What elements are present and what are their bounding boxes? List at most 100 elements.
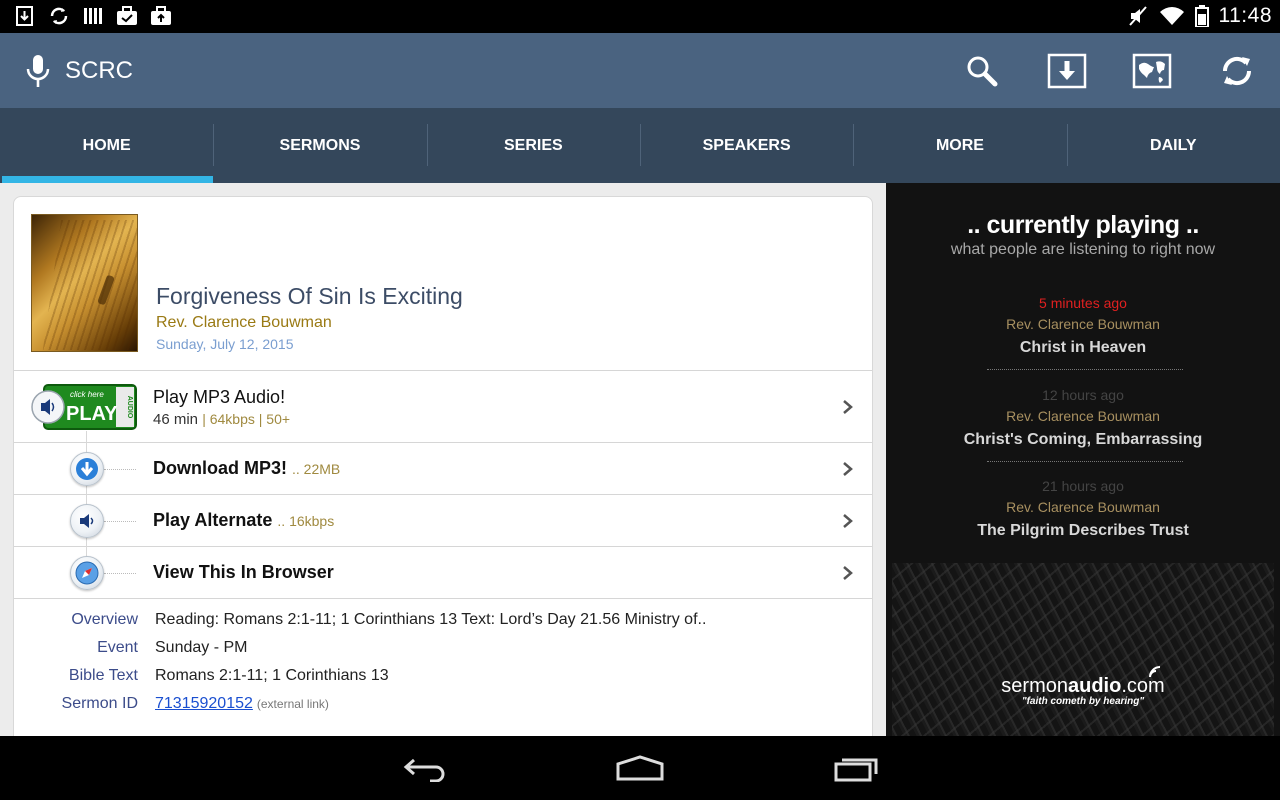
now-playing-speaker: Rev. Clarence Bouwman [1006, 499, 1160, 515]
dotted-connector [104, 469, 136, 470]
browser-circle [70, 556, 104, 590]
sermonaudio-logo: sermonaudio.com [886, 675, 1280, 698]
brand-right: .com [1121, 675, 1165, 697]
brand-bold: audio [1068, 675, 1122, 697]
alternate-title: Play Alternate [153, 510, 273, 530]
refresh-button[interactable] [1215, 49, 1259, 93]
external-link-note: (external link) [256, 697, 329, 711]
tab-speakers[interactable]: SPEAKERS [639, 108, 853, 183]
download-mp3-row[interactable]: Download MP3! .. 22MB [14, 443, 872, 495]
sermon-speaker[interactable]: Rev. Clarence Bouwman [156, 314, 332, 332]
download-circle [70, 452, 104, 486]
download-icon [1047, 53, 1087, 89]
sync-icon [50, 7, 68, 25]
tab-bar: HOME SERMONS SERIES SPEAKERS MORE DAILY [0, 108, 1280, 183]
chevron-right-icon [843, 400, 853, 414]
sermon-title: Forgiveness Of Sin Is Exciting [156, 283, 463, 309]
sd-card-download-icon [16, 6, 33, 26]
brand-left: sermon [1001, 675, 1068, 697]
play-mp3-label: Play MP3 Audio! [153, 387, 285, 408]
sermon-id-label: Sermon ID [61, 695, 138, 712]
detail-bible-text: Bible Text Romans 2:1-11; 1 Corinthians … [14, 667, 872, 695]
detail-event: Event Sunday - PM [14, 639, 872, 667]
dotted-separator [987, 461, 1183, 462]
chevron-right-icon [843, 462, 853, 476]
tab-sermons[interactable]: SERMONS [213, 108, 426, 183]
back-icon [403, 758, 445, 782]
badge-side-text: AUDIO [126, 396, 133, 419]
tab-home[interactable]: HOME [0, 108, 214, 183]
currently-playing-subtitle: what people are listening to right now [950, 241, 1216, 258]
detail-sermon-id: Sermon ID 71315920152 (external link) [14, 695, 872, 723]
sermon-header: Forgiveness Of Sin Is Exciting Rev. Clar… [14, 197, 872, 371]
now-playing-time: 12 hours ago [1042, 387, 1124, 403]
now-playing-title: The Pilgrim Describes Trust [977, 522, 1189, 539]
microphone-icon [26, 55, 50, 87]
tab-daily[interactable]: DAILY [1066, 108, 1280, 183]
library-icon [84, 8, 102, 24]
clock: 11:48 [1218, 4, 1272, 27]
alternate-bitrate: .. 16kbps [277, 513, 335, 529]
alternate-circle [70, 504, 104, 538]
briefcase-check-icon [117, 6, 137, 25]
event-value: Sunday - PM [155, 639, 248, 656]
mute-icon [1128, 6, 1147, 26]
search-button[interactable] [960, 49, 1004, 93]
recent-apps-icon [834, 758, 878, 782]
play-alternate-row[interactable]: Play Alternate .. 16kbps [14, 495, 872, 547]
download-button[interactable] [1045, 49, 1089, 93]
now-playing-speaker: Rev. Clarence Bouwman [1006, 316, 1160, 332]
currently-playing-panel: .. currently playing .. what people are … [886, 183, 1280, 736]
home-icon [616, 755, 664, 781]
compass-icon [75, 561, 99, 585]
now-playing-title: Christ's Coming, Embarrassing [963, 431, 1203, 448]
main-content: Forgiveness Of Sin Is Exciting Rev. Clar… [0, 183, 886, 756]
action-bar: SCRC [0, 33, 1280, 108]
play-mp3-row[interactable]: click here PLAY AUDIO Play MP3 Audio! 46… [14, 371, 872, 443]
tab-series[interactable]: SERIES [426, 108, 640, 183]
alternate-label: Play Alternate .. 16kbps [153, 510, 334, 531]
download-size: .. 22MB [292, 461, 341, 477]
now-playing-item[interactable]: 21 hours ago Rev. Clarence Bouwman The P… [886, 478, 1280, 540]
play-duration: 46 min [153, 411, 199, 428]
now-playing-title: Christ in Heaven [1019, 339, 1147, 356]
download-label: Download MP3! .. 22MB [153, 458, 340, 479]
back-button[interactable] [394, 750, 454, 786]
sermon-id-link[interactable]: 71315920152 [155, 695, 253, 712]
detail-overview: Overview Reading: Romans 2:1-11; 1 Corin… [14, 611, 872, 639]
bible-label: Bible Text [68, 667, 138, 684]
currently-playing-title: .. currently playing .. [967, 211, 1199, 239]
texture-background [892, 563, 1274, 736]
sermon-cover-image [31, 214, 138, 352]
play-mp3-meta: 46 min | 64kbps | 50+ [153, 411, 290, 428]
badge-big-text: PLAY [66, 403, 118, 425]
dotted-connector [104, 521, 136, 522]
now-playing-item[interactable]: 5 minutes ago Rev. Clarence Bouwman Chri… [886, 295, 1280, 357]
bible-value: Romans 2:1-11; 1 Corinthians 13 [155, 667, 389, 684]
dotted-separator [987, 369, 1183, 370]
brand-tagline: "faith cometh by hearing" [1021, 696, 1145, 707]
download-title: Download MP3! [153, 458, 287, 478]
overview-label: Overview [71, 611, 138, 628]
app-screen: 11:48 SCRC HOME SERMONS SERIES SPEAKERS … [0, 0, 1280, 800]
recent-apps-button[interactable] [826, 750, 886, 786]
now-playing-item[interactable]: 12 hours ago Rev. Clarence Bouwman Chris… [886, 387, 1280, 449]
tab-more[interactable]: MORE [853, 108, 1066, 183]
app-title: SCRC [65, 57, 134, 84]
speaker-icon [80, 514, 94, 528]
browser-title: View This In Browser [153, 562, 334, 582]
play-audio-badge-icon: click here PLAY AUDIO [31, 384, 137, 430]
download-arrow-icon [76, 458, 98, 480]
home-button[interactable] [610, 750, 670, 786]
briefcase-upload-icon [151, 6, 171, 25]
play-bitrate: | 64kbps | 50+ [202, 411, 291, 427]
badge-small-text: click here [70, 390, 104, 399]
refresh-icon [1222, 56, 1252, 86]
chevron-right-icon [843, 514, 853, 528]
now-playing-speaker: Rev. Clarence Bouwman [1006, 408, 1160, 424]
map-button[interactable] [1130, 49, 1174, 93]
view-browser-row[interactable]: View This In Browser [14, 547, 872, 599]
play-mp3-title: Play MP3 Audio! [153, 387, 286, 407]
search-icon [967, 56, 998, 87]
sermon-details: Overview Reading: Romans 2:1-11; 1 Corin… [14, 611, 872, 723]
